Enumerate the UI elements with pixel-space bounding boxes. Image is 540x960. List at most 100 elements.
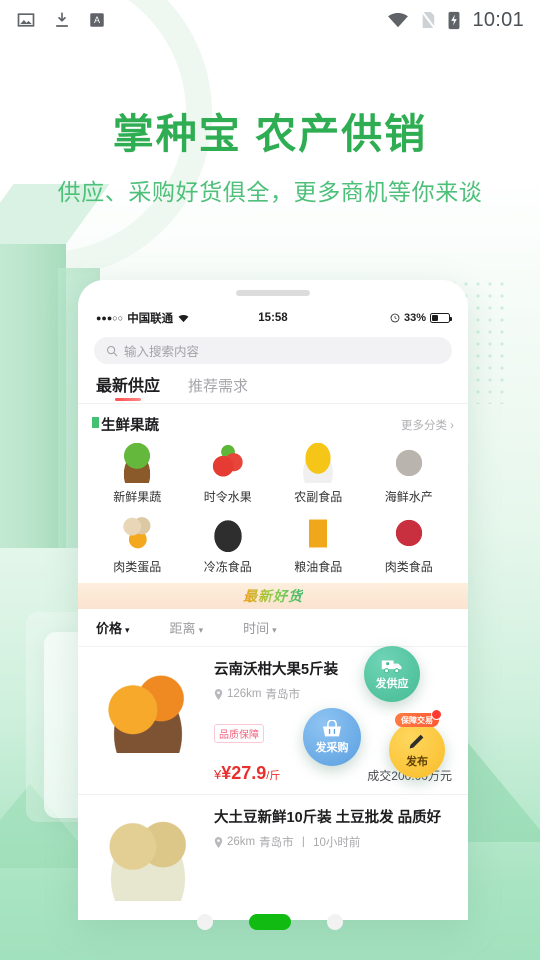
page-subtitle: 供应、采购好货俱全，更多商机等你来谈: [57, 179, 483, 206]
category-item-seafood[interactable]: 海鲜水产: [364, 443, 455, 505]
phone-status-bar: ●●●○○ 中国联通 15:58 33%: [78, 306, 468, 330]
fab-purchase-label: 发采购: [315, 741, 349, 754]
chevron-down-icon: ▾: [125, 625, 130, 635]
potatoes-image: [94, 807, 202, 901]
system-clock: 10:01: [472, 8, 524, 31]
page-dot-active[interactable]: [249, 914, 291, 930]
notch-speaker: [236, 290, 310, 296]
tab-latest-supply[interactable]: 最新供应: [96, 372, 160, 403]
promo-banner: 最新好货: [78, 583, 468, 609]
filter-time-label: 时间: [243, 621, 270, 636]
fab-publish-label: 发布: [406, 755, 428, 768]
category-label: 海鲜水产: [384, 490, 433, 504]
category-card: 生鲜果蔬 更多分类 › 新鲜果蔬 时令水果 农副食品 海鲜水产 肉类蛋品 冷冻食…: [78, 404, 468, 583]
category-label: 时令水果: [203, 490, 252, 504]
frozen-dumplings-icon: [207, 513, 248, 553]
product-distance: 126km: [227, 688, 262, 701]
fab-publish-supply[interactable]: 发供应: [364, 646, 420, 702]
product-title: 大土豆新鲜10斤装 土豆批发 品质好: [214, 810, 442, 826]
product-price-value: ¥27.9: [221, 763, 267, 783]
category-label: 肉类食品: [384, 560, 433, 574]
truck-icon: [381, 660, 402, 673]
location-pin-icon: [214, 688, 223, 700]
vegetables-icon: [117, 443, 158, 483]
seafood-icon: [388, 443, 429, 483]
product-meta: 26km 青岛市 丨 10小时前: [214, 834, 452, 850]
filter-bar: 价格 ▾ 距离 ▾ 时间 ▾: [78, 609, 468, 647]
product-time: 10小时前: [313, 837, 361, 850]
decor-tower-large: [0, 228, 66, 548]
battery-icon: [430, 313, 452, 323]
filter-time[interactable]: 时间 ▾: [243, 618, 277, 637]
search-input[interactable]: 输入搜索内容: [94, 337, 452, 364]
category-item-meat-food[interactable]: 肉类食品: [364, 513, 455, 575]
location-pin-icon: [214, 836, 223, 848]
system-status-bar: A 10:01: [0, 0, 540, 40]
phone-notch: [78, 280, 468, 306]
search-placeholder: 输入搜索内容: [124, 345, 200, 359]
filter-price-label: 价格: [96, 621, 123, 636]
pencil-icon: [409, 734, 424, 748]
product-row[interactable]: 大土豆新鲜10斤装 土豆批发 品质好 26km 青岛市 丨 10小时前: [78, 795, 468, 920]
more-categories-label: 更多分类: [400, 419, 447, 432]
search-icon: [106, 345, 118, 356]
phone-clock: 15:58: [258, 312, 288, 324]
page-indicator: [0, 914, 540, 930]
fab-publish-purchase[interactable]: 发采购: [303, 708, 361, 766]
fab-publish[interactable]: 保障交易 发布: [389, 709, 445, 778]
page-dot[interactable]: [197, 914, 213, 930]
oranges-image: [94, 659, 202, 753]
product-meta: 126km 青岛市: [214, 686, 452, 702]
sim-off-icon: [421, 10, 437, 30]
content-tabs: 最新供应 推荐需求: [78, 370, 468, 404]
category-label: 肉类蛋品: [113, 560, 162, 574]
category-item-grain-oil[interactable]: 粮油食品: [273, 513, 364, 575]
wifi-icon: [388, 13, 409, 28]
filter-distance-label: 距离: [169, 621, 196, 636]
product-quality-badge: 品质保障: [214, 724, 264, 744]
svg-text:A: A: [94, 15, 100, 25]
battery-charging-icon: [448, 11, 460, 30]
category-label: 冷冻食品: [203, 560, 252, 574]
beef-icon: [388, 513, 429, 553]
download-icon: [55, 12, 69, 27]
fab-supply-label: 发供应: [375, 677, 409, 690]
product-price-unit: /斤: [266, 770, 281, 782]
chevron-down-icon: ▾: [198, 625, 204, 635]
product-city: 青岛市: [265, 689, 301, 702]
translate-icon: A: [90, 13, 104, 27]
category-item-seasonal-fruit[interactable]: 时令水果: [183, 443, 274, 505]
eggs-icon: [117, 513, 158, 553]
category-item-agricultural-food[interactable]: 农副食品: [273, 443, 364, 505]
cooking-oil-icon: [298, 513, 339, 553]
product-info: 大土豆新鲜10斤装 土豆批发 品质好 26km 青岛市 丨 10小时前: [214, 807, 452, 901]
category-item-frozen-food[interactable]: 冷冻食品: [183, 513, 274, 575]
grain-bowl-icon: [298, 443, 339, 483]
category-header: 生鲜果蔬 更多分类 ›: [92, 414, 454, 435]
more-categories-link[interactable]: 更多分类 ›: [401, 417, 454, 433]
chevron-down-icon: ▾: [272, 625, 277, 635]
headline-block: 掌种宝 农产供销 供应、采购好货俱全，更多商机等你来谈: [0, 111, 540, 207]
category-item-meat-eggs[interactable]: 肉类蛋品: [92, 513, 183, 575]
product-meta-separator: 丨: [297, 837, 310, 850]
category-title: 生鲜果蔬: [92, 414, 159, 435]
category-grid: 新鲜果蔬 时令水果 农副食品 海鲜水产 肉类蛋品 冷冻食品 粮油食品 肉类食品: [92, 443, 454, 575]
page-title: 掌种宝 农产供销: [112, 111, 428, 157]
status-bar-notifications: A: [16, 10, 106, 30]
basket-icon: [323, 719, 341, 736]
tab-recommended-demand[interactable]: 推荐需求: [188, 375, 248, 403]
category-label: 农副食品: [294, 490, 343, 504]
promo-banner-text: 最新好货: [243, 588, 303, 604]
category-label: 新鲜果蔬: [113, 490, 162, 504]
filter-price[interactable]: 价格 ▾: [96, 618, 130, 637]
product-distance: 26km: [227, 836, 256, 849]
strawberry-icon: [207, 443, 248, 483]
category-item-fresh-produce[interactable]: 新鲜果蔬: [92, 443, 183, 505]
product-city: 青岛市: [259, 837, 294, 850]
page-dot[interactable]: [327, 914, 343, 930]
phone-mockup: ●●●○○ 中国联通 15:58 33% 输入搜索内容 最新供应 推荐需求 生鲜…: [78, 280, 468, 920]
fab-publish-badge: 保障交易: [395, 709, 442, 727]
filter-distance[interactable]: 距离 ▾: [170, 618, 204, 637]
chevron-right-icon: ›: [450, 419, 454, 432]
image-icon: [17, 13, 35, 27]
